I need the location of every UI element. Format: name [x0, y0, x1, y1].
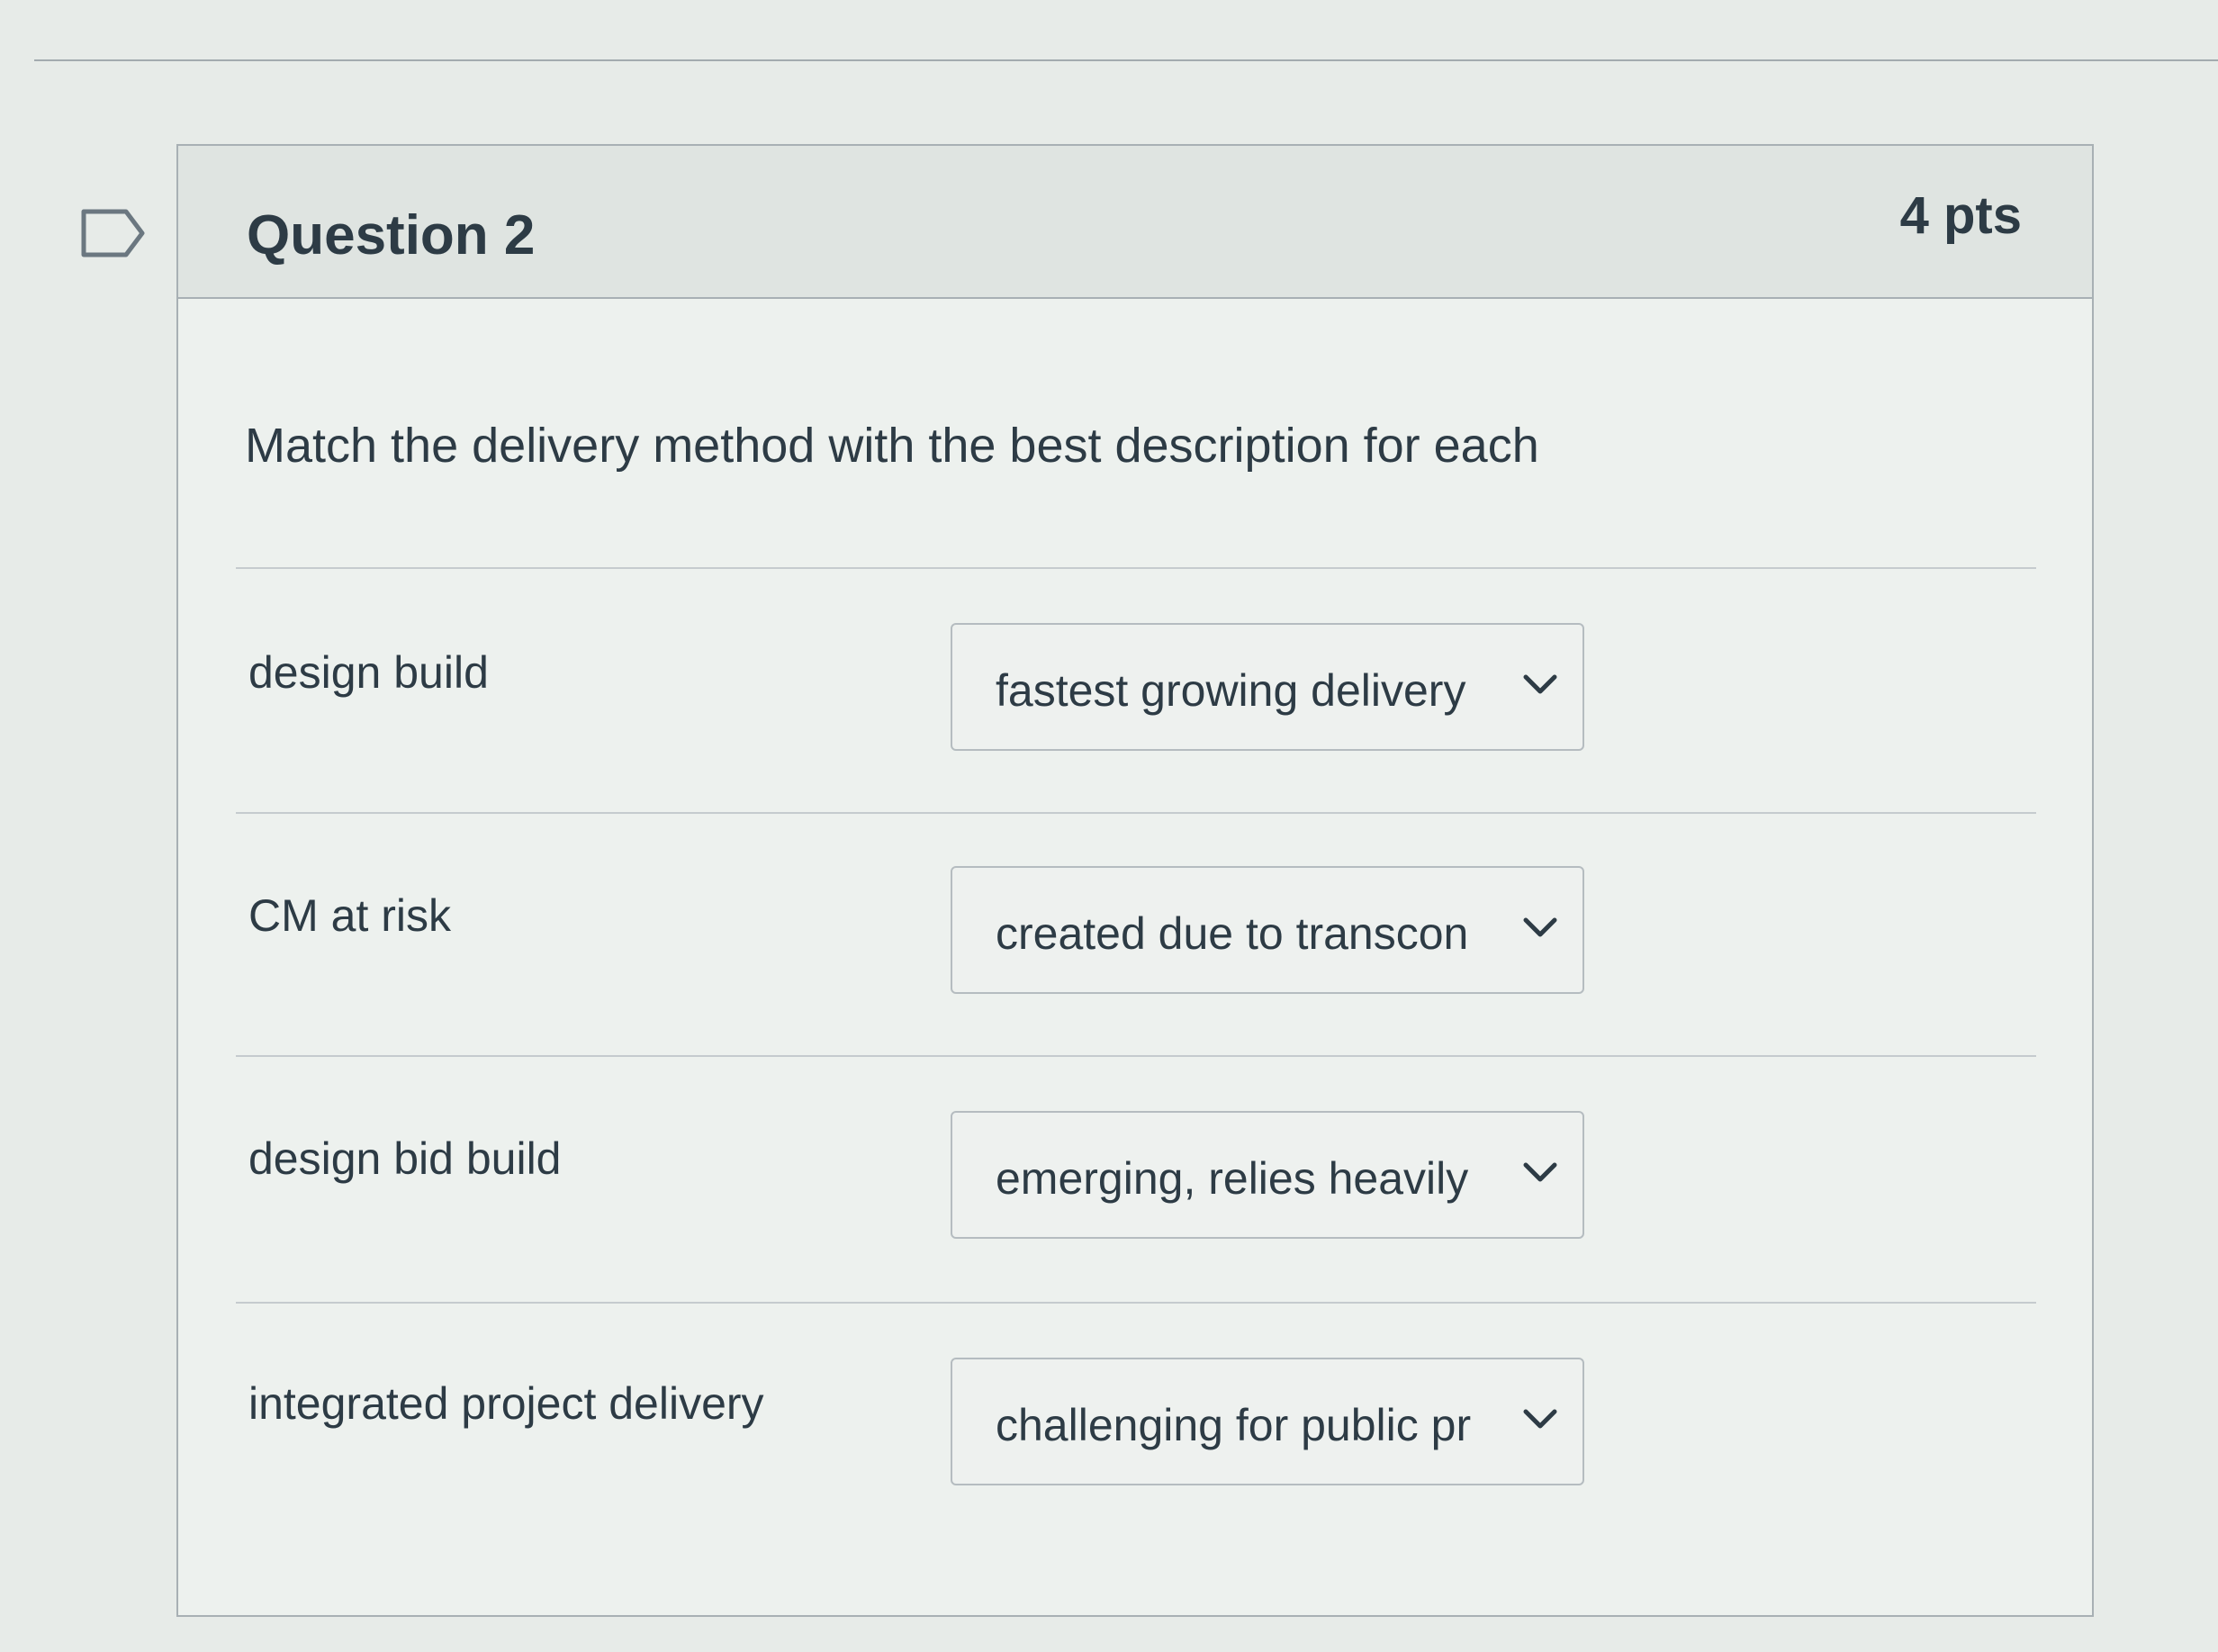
- answer-select[interactable]: challenging for public pr: [951, 1358, 1584, 1485]
- answer-select-value: emerging, relies heavily: [996, 1153, 1469, 1204]
- chevron-down-icon: [1523, 674, 1557, 694]
- answer-label: design build: [248, 647, 489, 698]
- answer-select-value: created due to transcon: [996, 908, 1469, 959]
- row-divider: [236, 812, 2036, 814]
- flag-question-icon[interactable]: [81, 209, 146, 257]
- row-divider: [236, 1055, 2036, 1057]
- row-divider: [236, 567, 2036, 569]
- question-header: Question 2 4 pts: [178, 146, 2092, 299]
- answer-select-value: fastest growing delivery: [996, 665, 1466, 716]
- answer-label: integrated project delivery: [248, 1378, 764, 1429]
- chevron-down-icon: [1523, 1409, 1557, 1429]
- answer-select[interactable]: fastest growing delivery: [951, 623, 1584, 751]
- question-points: 4 pts: [1899, 186, 2022, 245]
- answer-select[interactable]: emerging, relies heavily: [951, 1111, 1584, 1239]
- answer-label: design bid build: [248, 1133, 562, 1184]
- answer-label: CM at risk: [248, 890, 451, 941]
- answer-select[interactable]: created due to transcon: [951, 866, 1584, 994]
- question-card: Question 2 4 pts Match the delivery meth…: [176, 144, 2094, 1617]
- question-prompt: Match the delivery method with the best …: [245, 419, 1539, 473]
- question-title: Question 2: [247, 204, 536, 266]
- top-divider: [34, 59, 2218, 61]
- chevron-down-icon: [1523, 1162, 1557, 1182]
- chevron-down-icon: [1523, 917, 1557, 937]
- row-divider: [236, 1302, 2036, 1304]
- answer-select-value: challenging for public pr: [996, 1400, 1472, 1450]
